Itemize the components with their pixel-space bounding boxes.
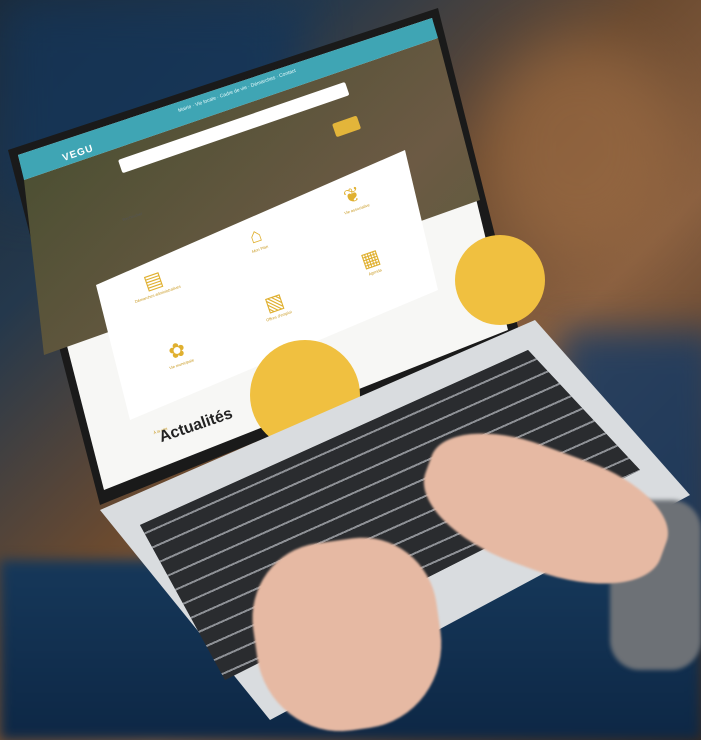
gold-circle-decoration [455,235,545,325]
wood-table [480,40,680,260]
laptop-photo: VEGU Mairie · Vie locale · Cadre de vie … [0,0,701,740]
